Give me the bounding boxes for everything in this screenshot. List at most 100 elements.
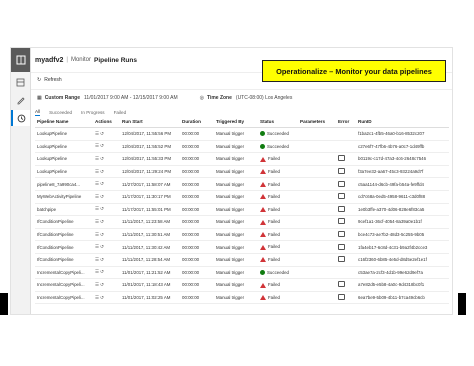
rerun-icon[interactable]: ↺	[100, 156, 104, 161]
error-cell[interactable]	[336, 152, 356, 166]
table-row[interactable]: pipeline8_7a990ca4... ☰ ↺ 11/27/2017, 11:5…	[35, 177, 449, 191]
table-row[interactable]: IfConditionPipeline ☰ ↺ 11/11/2017, 11:28:…	[35, 253, 449, 267]
view-activity-runs-icon[interactable]: ☰	[95, 131, 99, 136]
view-activity-runs-icon[interactable]: ☰	[95, 244, 99, 249]
table-row[interactable]: LookupPipeline ☰ ↺ 12/04/2017, 11:55:52 PM…	[35, 140, 449, 154]
refresh-icon[interactable]: ↻	[37, 77, 41, 83]
view-activity-runs-icon[interactable]: ☰	[95, 269, 99, 274]
view-activity-runs-icon[interactable]: ☰	[95, 282, 99, 287]
rerun-icon[interactable]: ↺	[100, 143, 104, 148]
factory-icon[interactable]	[11, 48, 30, 72]
rerun-icon[interactable]: ↺	[100, 257, 104, 262]
col-triggered-by[interactable]: Triggered By	[214, 116, 258, 128]
error-message-icon[interactable]	[338, 180, 345, 187]
pipeline-name-cell[interactable]: LookupPipeline	[35, 127, 93, 141]
view-activity-runs-icon[interactable]: ☰	[95, 257, 99, 262]
table-row[interactable]: IfConditionPipeline ☰ ↺ 11/11/2017, 11:30:…	[35, 240, 449, 254]
rerun-icon[interactable]: ↺	[100, 232, 104, 237]
rerun-icon[interactable]: ↺	[100, 244, 104, 249]
timezone-select[interactable]: (UTC-08:00) Los Angeles	[236, 95, 292, 101]
actions-cell[interactable]: ☰ ↺	[93, 240, 120, 254]
error-message-icon[interactable]	[338, 281, 345, 288]
edit-icon[interactable]	[11, 92, 30, 108]
breadcrumb-monitor[interactable]: Monitor	[71, 57, 91, 63]
error-message-icon[interactable]	[338, 256, 345, 263]
rerun-icon[interactable]: ↺	[100, 295, 104, 300]
rerun-icon[interactable]: ↺	[100, 131, 104, 136]
rerun-icon[interactable]: ↺	[100, 181, 104, 186]
view-activity-runs-icon[interactable]: ☰	[95, 206, 99, 211]
view-activity-runs-icon[interactable]: ☰	[95, 169, 99, 174]
monitor-icon[interactable]	[11, 110, 30, 126]
actions-cell[interactable]: ☰ ↺	[93, 215, 120, 229]
error-cell[interactable]	[336, 291, 356, 305]
error-message-icon[interactable]	[338, 205, 345, 212]
rerun-icon[interactable]: ↺	[100, 206, 104, 211]
error-cell[interactable]	[336, 177, 356, 191]
error-cell[interactable]	[336, 278, 356, 292]
pipeline-name-cell[interactable]: LookupPipeline	[35, 140, 93, 154]
actions-cell[interactable]: ☰ ↺	[93, 177, 120, 191]
error-message-icon[interactable]	[338, 231, 345, 238]
view-activity-runs-icon[interactable]: ☰	[95, 219, 99, 224]
pipeline-name-cell[interactable]: IfConditionPipeline	[35, 240, 93, 254]
actions-cell[interactable]: ☰ ↺	[93, 203, 120, 217]
error-cell[interactable]	[336, 203, 356, 217]
table-row[interactable]: IncrementalCopyPipeli... ☰ ↺ 11/01/2017, 1…	[35, 278, 449, 292]
actions-cell[interactable]: ☰ ↺	[93, 278, 120, 292]
overview-icon[interactable]	[11, 74, 30, 90]
actions-cell[interactable]: ☰ ↺	[93, 152, 120, 166]
actions-cell[interactable]: ☰ ↺	[93, 291, 120, 305]
pipeline-name-cell[interactable]: IfConditionPipeline	[35, 253, 93, 267]
tab-in-progress[interactable]: In Progress	[81, 110, 105, 115]
pipeline-name-cell[interactable]: LookupPipeline	[35, 152, 93, 166]
rerun-icon[interactable]: ↺	[100, 194, 104, 199]
error-message-icon[interactable]	[338, 294, 345, 301]
error-cell[interactable]	[336, 240, 356, 254]
actions-cell[interactable]: ☰ ↺	[93, 253, 120, 267]
view-activity-runs-icon[interactable]: ☰	[95, 156, 99, 161]
tab-failed[interactable]: Failed	[114, 110, 127, 115]
error-message-icon[interactable]	[338, 243, 345, 250]
view-activity-runs-icon[interactable]: ☰	[95, 232, 99, 237]
table-row[interactable]: LookupPipeline ☰ ↺ 12/04/2017, 11:29:24 PM…	[35, 165, 449, 179]
table-row[interactable]: IfConditionPipeline ☰ ↺ 11/11/2017, 11:30:…	[35, 228, 449, 242]
table-row[interactable]: IfConditionPipeline ☰ ↺ 11/11/2017, 11:23:…	[35, 215, 449, 229]
rerun-icon[interactable]: ↺	[100, 269, 104, 274]
col-pipeline-name[interactable]: Pipeline Name	[35, 116, 93, 128]
error-message-icon[interactable]	[338, 168, 345, 175]
view-activity-runs-icon[interactable]: ☰	[95, 181, 99, 186]
error-cell[interactable]	[336, 165, 356, 179]
error-cell[interactable]	[336, 228, 356, 242]
table-row[interactable]: MyWebActivityPipeline ☰ ↺ 11/17/2017, 11:3…	[35, 190, 449, 204]
rerun-icon[interactable]: ↺	[100, 282, 104, 287]
table-row[interactable]: batchpipe ☰ ↺ 11/17/2017, 11:55:01 PM 00:00…	[35, 203, 449, 217]
pipeline-name-cell[interactable]: pipeline8_7a990ca4...	[35, 177, 93, 191]
view-activity-runs-icon[interactable]: ☰	[95, 143, 99, 148]
pipeline-name-cell[interactable]: IfConditionPipeline	[35, 215, 93, 229]
actions-cell[interactable]: ☰ ↺	[93, 190, 120, 204]
actions-cell[interactable]: ☰ ↺	[93, 266, 120, 280]
range-value[interactable]: 11/01/2017 9:00 AM - 12/15/2017 9:00 AM	[84, 95, 178, 101]
pipeline-name-cell[interactable]: IfConditionPipeline	[35, 228, 93, 242]
pipeline-name-cell[interactable]: IncrementalCopyPipeli...	[35, 266, 93, 280]
actions-cell[interactable]: ☰ ↺	[93, 165, 120, 179]
pipeline-name-cell[interactable]: LookupPipeline	[35, 165, 93, 179]
calendar-icon[interactable]: ▦	[37, 95, 42, 101]
view-activity-runs-icon[interactable]: ☰	[95, 295, 99, 300]
pipeline-name-cell[interactable]: IncrementalCopyPipeli...	[35, 291, 93, 305]
actions-cell[interactable]: ☰ ↺	[93, 228, 120, 242]
table-row[interactable]: IncrementalCopyPipeli... ☰ ↺ 11/01/2017, 1…	[35, 266, 449, 280]
tab-all[interactable]: All	[35, 109, 41, 116]
error-message-icon[interactable]	[338, 218, 345, 225]
error-cell[interactable]	[336, 253, 356, 267]
rerun-icon[interactable]: ↺	[100, 219, 104, 224]
col-run-start[interactable]: Run Start	[120, 116, 180, 128]
pipeline-name-cell[interactable]: MyWebActivityPipeline	[35, 190, 93, 204]
error-message-icon[interactable]	[338, 155, 345, 162]
view-activity-runs-icon[interactable]: ☰	[95, 194, 99, 199]
error-message-icon[interactable]	[338, 193, 345, 200]
pipeline-name-cell[interactable]: IncrementalCopyPipeli...	[35, 278, 93, 292]
actions-cell[interactable]: ☰ ↺	[93, 140, 120, 154]
refresh-button[interactable]: Refresh	[44, 77, 62, 83]
